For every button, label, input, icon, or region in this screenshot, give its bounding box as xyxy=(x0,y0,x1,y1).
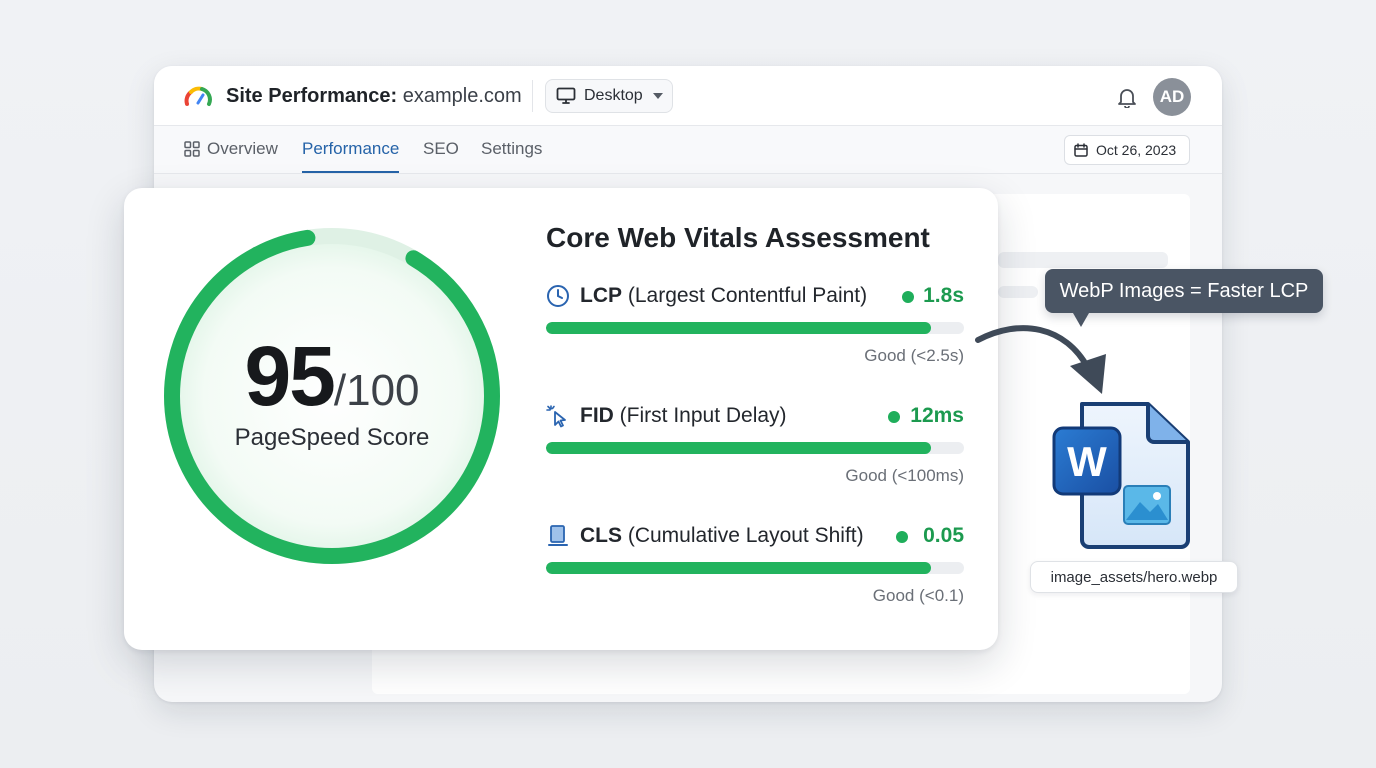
layout-shift-icon xyxy=(548,525,568,546)
curved-arrow-icon xyxy=(975,325,1106,394)
avatar[interactable]: AD xyxy=(1153,78,1191,116)
tab-seo[interactable]: SEO xyxy=(423,139,459,159)
metric-fid: FID (First Input Delay) 12ms Good (<100m… xyxy=(546,404,964,514)
metric-name: LCP (Largest Contentful Paint) xyxy=(580,284,867,308)
speedometer-logo-icon xyxy=(184,86,212,106)
tab-settings[interactable]: Settings xyxy=(481,139,542,159)
divider xyxy=(532,80,533,112)
metric-full-name: (First Input Delay) xyxy=(619,404,787,427)
metric-name: CLS (Cumulative Layout Shift) xyxy=(580,524,864,548)
grid-icon xyxy=(184,141,200,157)
metric-abbr: FID xyxy=(580,404,614,427)
tab-performance[interactable]: Performance xyxy=(302,139,400,173)
metric-full-name: (Cumulative Layout Shift) xyxy=(627,524,864,547)
metric-bar-fill xyxy=(546,562,931,574)
top-bar: Site Performance: example.com Desktop AD xyxy=(154,66,1222,126)
metric-abbr: CLS xyxy=(580,524,622,547)
score-value: 95/100 xyxy=(156,328,508,425)
score-max: /100 xyxy=(333,366,420,415)
device-select[interactable]: Desktop xyxy=(545,79,673,113)
placeholder-bar xyxy=(998,252,1168,268)
metric-status: Good (<2.5s) xyxy=(864,346,964,365)
site-name: example.com xyxy=(402,85,522,107)
tab-bar: Overview Performance SEO Settings Oct 26… xyxy=(154,126,1222,174)
metric-bar xyxy=(546,322,964,334)
svg-text:W: W xyxy=(1067,438,1107,485)
status-dot xyxy=(896,531,908,543)
file-name-label: image_assets/hero.webp xyxy=(1030,561,1238,593)
metric-bar-fill xyxy=(546,442,931,454)
date-picker[interactable]: Oct 26, 2023 xyxy=(1064,135,1190,165)
tab-overview-label: Overview xyxy=(207,139,278,158)
device-select-label: Desktop xyxy=(584,87,643,104)
monitor-icon xyxy=(556,87,576,104)
metric-abbr: LCP xyxy=(580,284,622,307)
tooltip: WebP Images = Faster LCP xyxy=(1045,269,1323,327)
score-label: PageSpeed Score xyxy=(234,424,430,451)
page-title-label: Site Performance: xyxy=(226,85,398,107)
calendar-icon xyxy=(1074,143,1088,157)
metric-cls: CLS (Cumulative Layout Shift) 0.05 Good … xyxy=(546,524,964,634)
date-label: Oct 26, 2023 xyxy=(1096,142,1177,158)
cwv-title: Core Web Vitals Assessment xyxy=(546,222,930,253)
metric-full-name: (Largest Contentful Paint) xyxy=(627,284,868,307)
metric-value: 12ms xyxy=(910,404,964,427)
page-title: Site Performance: example.com xyxy=(226,83,522,109)
metric-name: FID (First Input Delay) xyxy=(580,404,787,428)
metric-lcp: LCP (Largest Contentful Paint) 1.8s Good… xyxy=(546,284,964,394)
cursor-click-icon xyxy=(546,405,566,428)
metric-bar-fill xyxy=(546,322,931,334)
bell-icon[interactable] xyxy=(1116,86,1138,108)
tab-overview[interactable]: Overview xyxy=(184,139,278,159)
metric-bar xyxy=(546,562,964,574)
metric-status: Good (<0.1) xyxy=(872,586,964,605)
metric-value: 0.05 xyxy=(923,524,964,547)
chevron-down-icon xyxy=(652,93,663,99)
metric-status: Good (<100ms) xyxy=(845,466,964,485)
placeholder-bar xyxy=(998,286,1038,298)
status-dot xyxy=(902,291,914,303)
clock-icon xyxy=(547,285,569,307)
score-number: 95 xyxy=(244,329,335,423)
metric-bar xyxy=(546,442,964,454)
performance-card: 95/100 PageSpeed Score Core Web Vitals A… xyxy=(124,188,998,650)
status-dot xyxy=(888,411,900,423)
word-image-file-icon[interactable]: W xyxy=(1050,402,1192,550)
metric-value: 1.8s xyxy=(923,284,964,307)
